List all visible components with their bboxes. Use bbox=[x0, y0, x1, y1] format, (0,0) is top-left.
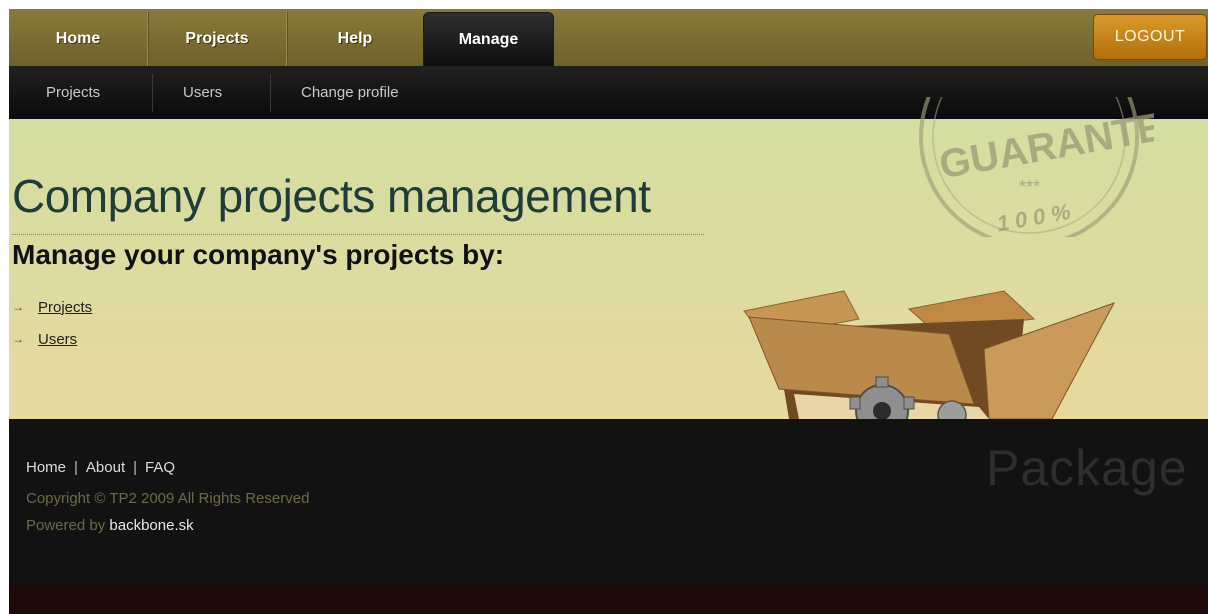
arrow-bullet-icon: → bbox=[12, 332, 24, 346]
subnav-divider bbox=[270, 74, 271, 112]
link-users[interactable]: Users bbox=[38, 331, 77, 348]
management-links: → Projects → Users bbox=[12, 291, 92, 355]
svg-text:100%: 100% bbox=[995, 198, 1078, 237]
tab-projects[interactable]: Projects bbox=[148, 12, 286, 66]
subnav-item-change-profile[interactable]: Change profile bbox=[301, 66, 399, 119]
footer-separator: | bbox=[133, 459, 138, 476]
subnav-item-users[interactable]: Users bbox=[183, 66, 222, 119]
hero-banner: GUARANTEE *** 100% Company projects mana… bbox=[9, 97, 1208, 419]
package-watermark: Package bbox=[986, 440, 1188, 496]
guarantee-stamp-icon: GUARANTEE *** 100% bbox=[919, 97, 1154, 237]
list-item: → Projects bbox=[12, 291, 92, 323]
subnav-divider bbox=[152, 74, 153, 112]
footer-links: Home | About | FAQ bbox=[26, 459, 175, 476]
footer-link-faq[interactable]: FAQ bbox=[145, 459, 175, 476]
tab-home[interactable]: Home bbox=[9, 12, 147, 66]
arrow-bullet-icon: → bbox=[12, 300, 24, 314]
footer-separator: | bbox=[74, 459, 78, 476]
powered-by: Powered by backbone.sk bbox=[26, 517, 194, 534]
backbone-link[interactable]: backbone.sk bbox=[109, 517, 193, 534]
logout-button[interactable]: LOGOUT bbox=[1093, 14, 1207, 60]
bottom-bar bbox=[9, 583, 1208, 614]
footer-link-home[interactable]: Home bbox=[26, 459, 66, 476]
tab-help[interactable]: Help bbox=[287, 12, 423, 66]
title-divider bbox=[12, 234, 704, 235]
footer-link-about[interactable]: About bbox=[86, 459, 125, 476]
svg-text:GUARANTEE: GUARANTEE bbox=[936, 100, 1154, 187]
footer: Package Home | About | FAQ Copyright © TP2 2… bbox=[9, 419, 1208, 583]
list-item: → Users bbox=[12, 323, 92, 355]
top-nav: Home Projects Help Manage LOGOUT bbox=[9, 9, 1208, 67]
subnav-item-projects[interactable]: Projects bbox=[46, 66, 100, 119]
cardboard-box-icon bbox=[743, 290, 1116, 419]
copyright-text: Copyright © TP2 2009 All Rights Reserved bbox=[26, 490, 310, 507]
svg-text:***: *** bbox=[1019, 177, 1040, 197]
tab-manage[interactable]: Manage bbox=[423, 12, 554, 67]
page-subtitle: Manage your company's projects by: bbox=[12, 239, 505, 270]
page-frame: Home Projects Help Manage LOGOUT Project… bbox=[9, 9, 1208, 614]
page-title: Company projects management bbox=[12, 170, 651, 222]
link-projects[interactable]: Projects bbox=[38, 299, 92, 316]
powered-by-label: Powered by bbox=[26, 517, 110, 534]
